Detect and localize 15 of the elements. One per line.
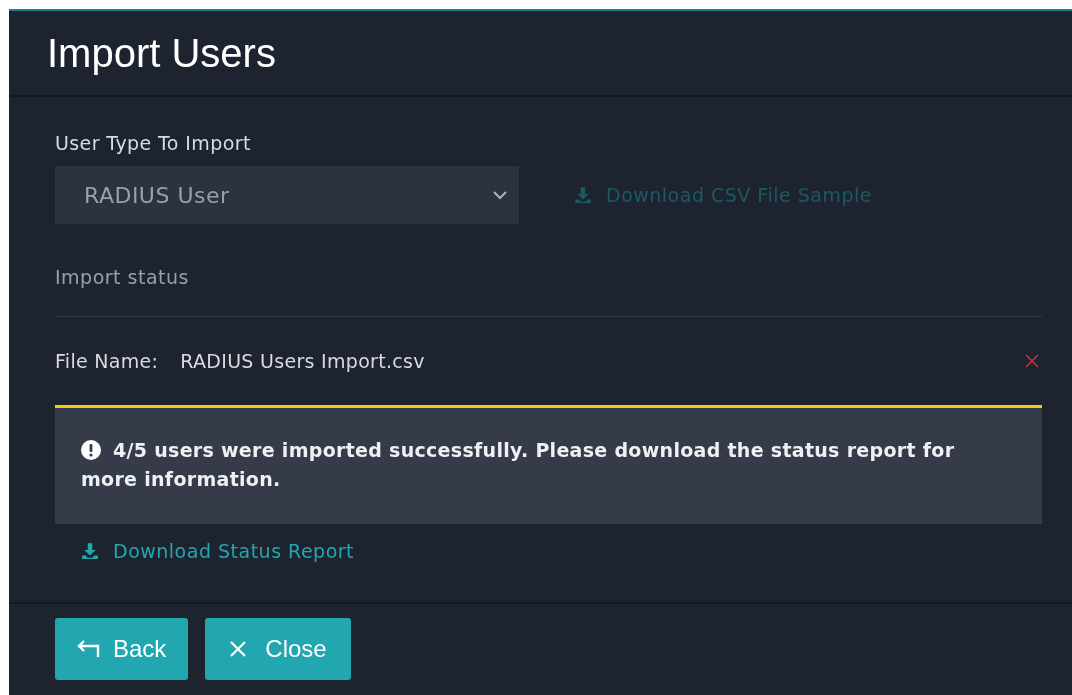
download-icon xyxy=(574,186,592,204)
alert-message: 4/5 users were imported successfully. Please download the status report for more information. xyxy=(55,405,1042,524)
section-label: Import status xyxy=(55,266,1042,317)
file-name-label: File Name: xyxy=(55,350,159,372)
back-button[interactable]: Back xyxy=(55,618,189,680)
close-icon xyxy=(229,640,248,658)
dialog-title: Import Users xyxy=(47,30,276,76)
field-label: User Type To Import xyxy=(55,132,252,154)
exclamation-icon xyxy=(81,440,101,460)
close-button[interactable]: Close xyxy=(205,618,351,680)
download-link[interactable]: Download Status Report xyxy=(81,540,355,562)
file-name-value: RADIUS Users Import.csv xyxy=(180,350,425,372)
download-icon xyxy=(81,542,99,560)
chevron-down-icon xyxy=(493,190,507,200)
close-icon[interactable] xyxy=(1025,354,1039,368)
